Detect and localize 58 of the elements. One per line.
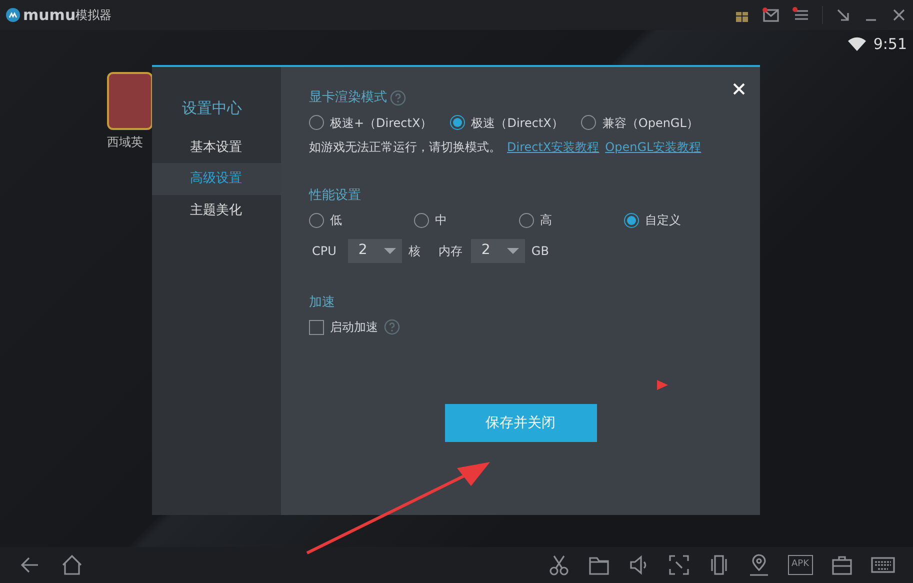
cpu-dropdown[interactable]: 2 xyxy=(348,238,402,262)
caret-icon xyxy=(507,246,520,254)
fullscreen-icon[interactable] xyxy=(668,554,690,576)
memory-dropdown[interactable]: 2 xyxy=(471,238,526,262)
app-title: 模拟器 xyxy=(76,7,112,24)
radio-button[interactable] xyxy=(519,212,534,228)
memory-unit: GB xyxy=(531,242,549,260)
radio-label: 兼容（OpenGL） xyxy=(602,114,698,132)
cpu-label: CPU xyxy=(312,242,336,260)
radio-button[interactable] xyxy=(414,212,429,228)
radio-button[interactable] xyxy=(581,115,596,130)
folder-icon[interactable] xyxy=(588,554,610,576)
clock-time: 9:51 xyxy=(873,34,907,55)
radio-label: 低 xyxy=(330,212,342,229)
radio-button[interactable] xyxy=(309,115,324,130)
location-pin-icon[interactable] xyxy=(748,554,770,576)
app-label: 西域英 xyxy=(107,134,143,151)
scissors-icon[interactable] xyxy=(548,554,570,576)
checkbox-label: 启动加速 xyxy=(330,319,378,336)
wifi-icon xyxy=(847,36,868,52)
keyboard-icon[interactable] xyxy=(871,554,895,576)
section-title: 加速 xyxy=(309,294,336,312)
caret-icon xyxy=(384,246,396,254)
toolbox-icon[interactable] xyxy=(831,554,853,576)
pointer-triangle-icon xyxy=(657,380,668,390)
radio-label: 高 xyxy=(540,212,552,229)
section-title: 显卡渲染模式 xyxy=(309,89,387,107)
tutorial-link[interactable]: DirectX安装教程 xyxy=(507,138,600,156)
shrink-arrow-icon[interactable] xyxy=(835,7,851,23)
help-icon xyxy=(384,319,400,335)
sidebar-item[interactable]: 基本设置 xyxy=(152,132,281,163)
radio-label: 自定义 xyxy=(645,212,681,229)
radio-label: 极速（DirectX） xyxy=(471,114,564,132)
app-icon[interactable] xyxy=(107,72,153,130)
close-icon[interactable] xyxy=(732,82,746,96)
save-button[interactable]: 保存并关闭 xyxy=(444,404,596,442)
memory-label: 内存 xyxy=(438,242,462,260)
radio-button[interactable] xyxy=(624,212,639,228)
cpu-unit: 核 xyxy=(408,242,420,260)
checkbox[interactable] xyxy=(309,320,324,334)
app-logo-text: mumu xyxy=(23,4,76,26)
radio-label: 极速+（DirectX） xyxy=(330,114,432,132)
radio-button[interactable] xyxy=(309,212,324,228)
help-icon xyxy=(390,90,406,106)
sidebar-title: 设置中心 xyxy=(181,98,243,119)
home-icon[interactable] xyxy=(60,553,84,577)
radio-button[interactable] xyxy=(450,115,466,130)
tutorial-link[interactable]: OpenGL安装教程 xyxy=(605,138,702,156)
mail-icon[interactable] xyxy=(762,7,780,23)
sidebar-item[interactable]: 主题美化 xyxy=(152,194,281,226)
apk-install-button[interactable]: APK xyxy=(788,555,813,575)
radio-label: 中 xyxy=(435,212,447,229)
sidebar-item[interactable]: 高级设置 xyxy=(152,163,281,194)
logo-icon xyxy=(6,8,20,22)
menu-icon[interactable] xyxy=(792,7,810,23)
section-title: 性能设置 xyxy=(309,186,362,204)
close-icon[interactable] xyxy=(891,7,907,23)
hint-text: 如游戏无法正常运行，请切换模式。 xyxy=(309,138,501,156)
